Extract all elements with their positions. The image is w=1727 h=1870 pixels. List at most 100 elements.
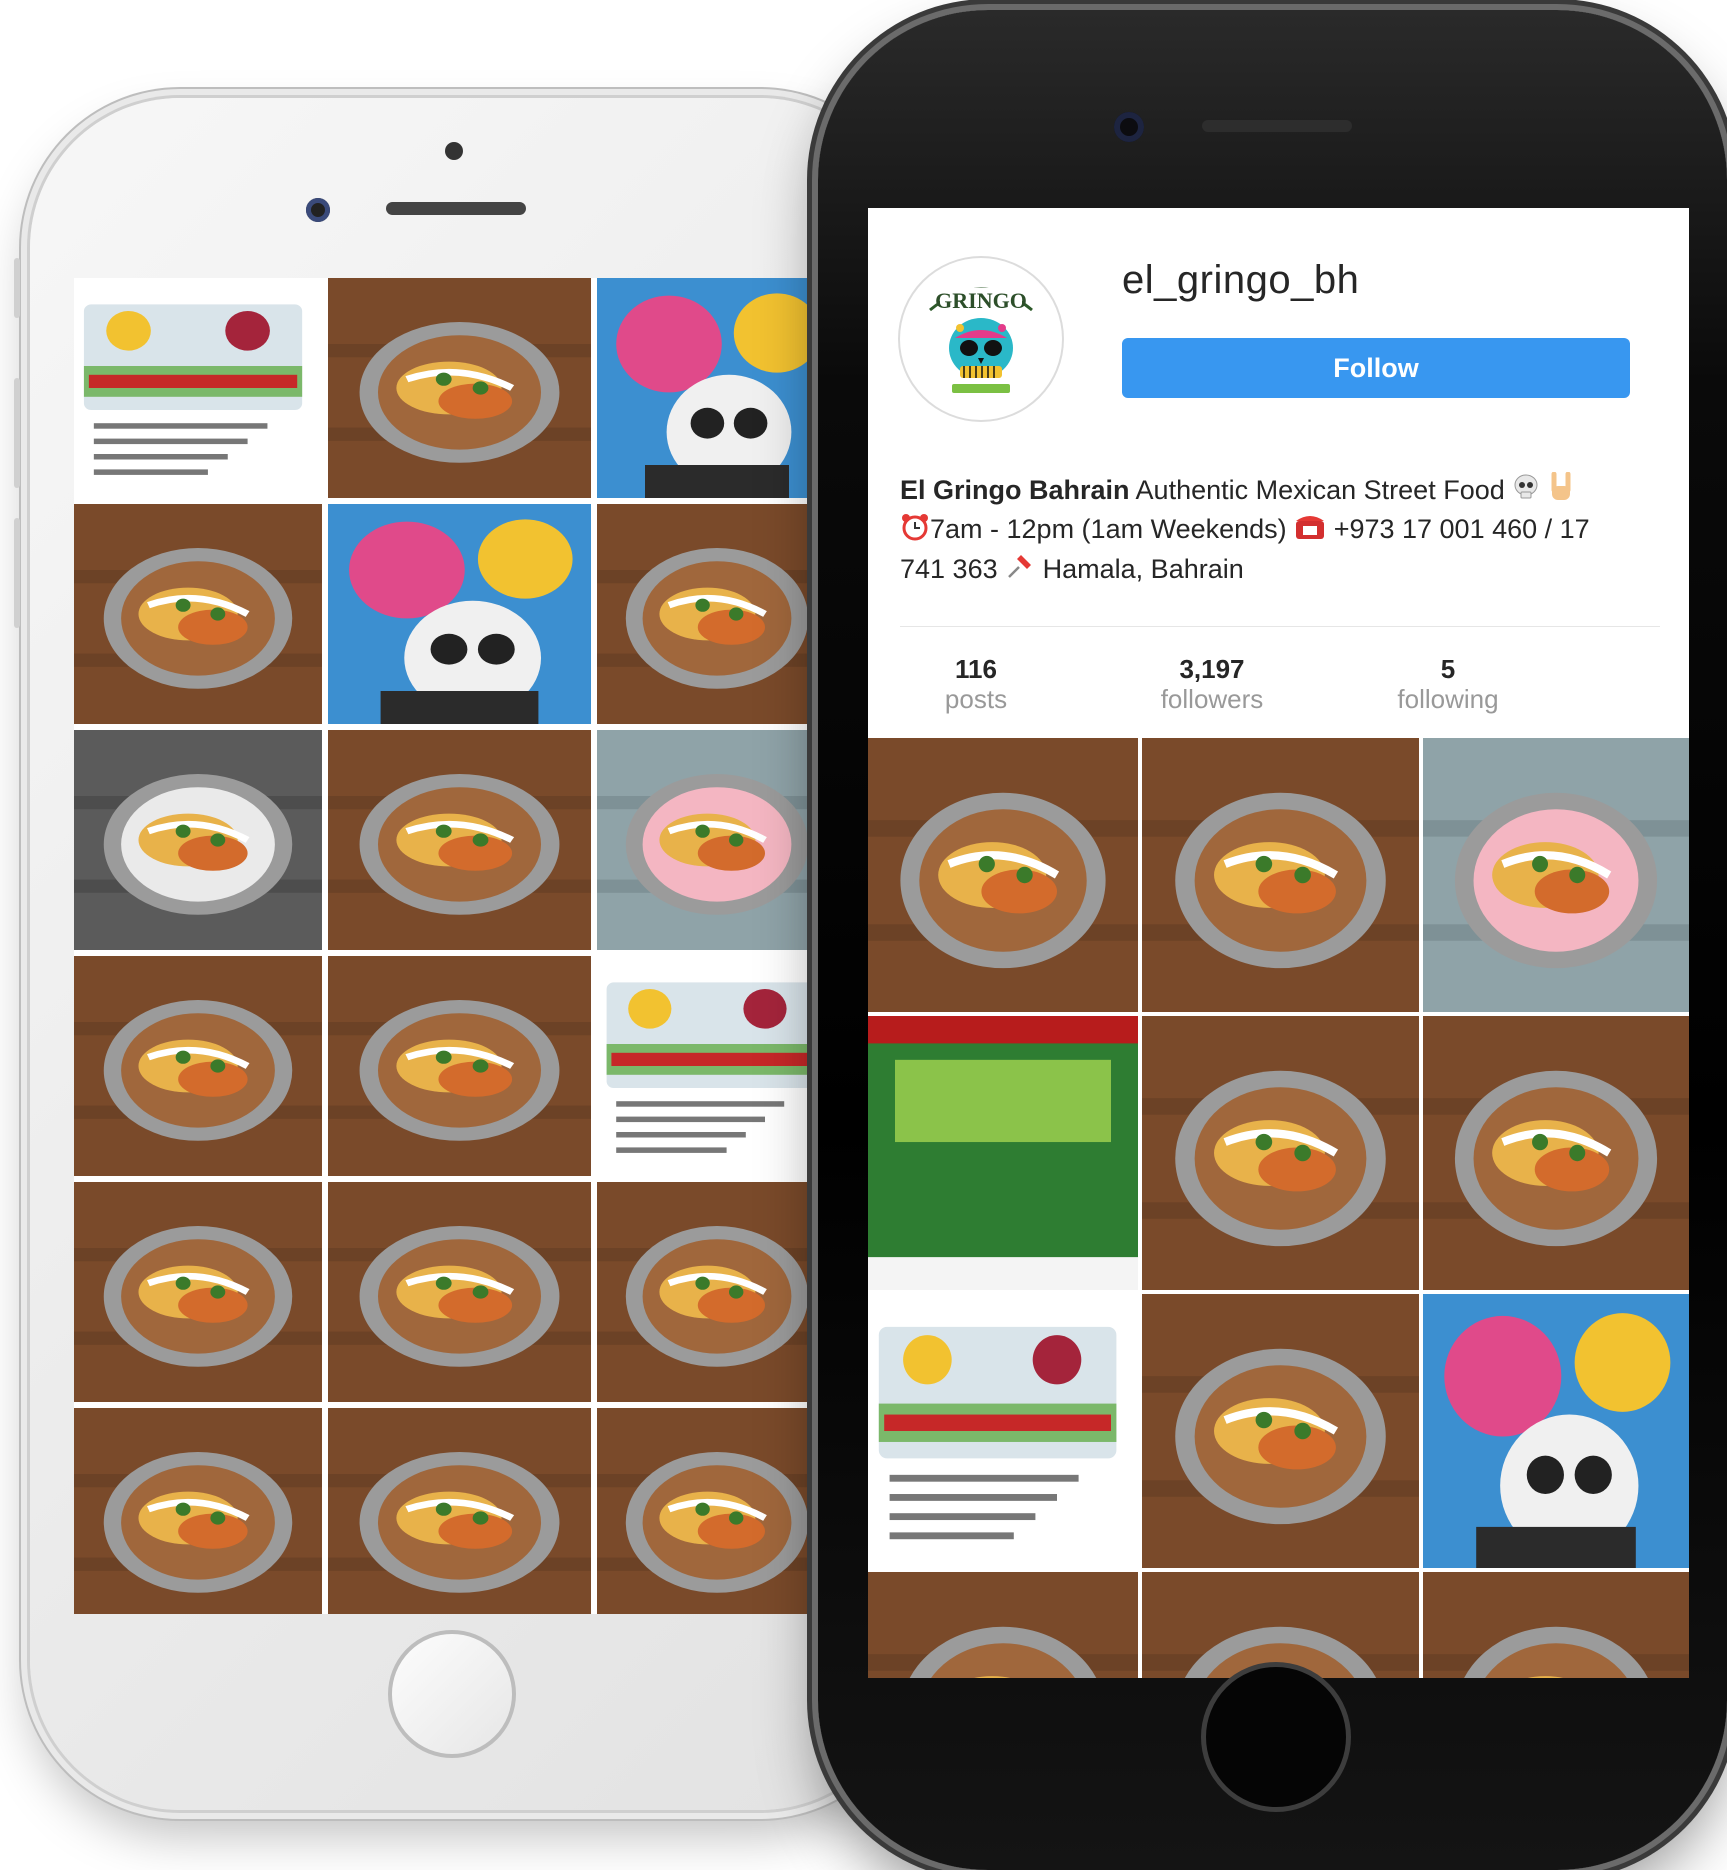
- follow-button[interactable]: Follow: [1122, 338, 1630, 398]
- skull-logo-icon: GRINGO: [901, 259, 1061, 419]
- earpiece-speaker: [386, 202, 526, 215]
- post-skull-mural[interactable]: [328, 504, 591, 724]
- post-table-spread[interactable]: [597, 1182, 814, 1402]
- front-camera-icon: [1114, 112, 1144, 142]
- white-phone-screen: [74, 278, 814, 1614]
- post-nachos-drinks[interactable]: [1423, 738, 1689, 1012]
- post-tacos-tray[interactable]: [328, 956, 591, 1176]
- svg-text:GRINGO: GRINGO: [935, 288, 1027, 313]
- mute-switch: [14, 258, 20, 318]
- stat-posts-label: posts: [944, 684, 1008, 714]
- telephone-emoji-icon: [1294, 513, 1326, 550]
- bio-location: Hamala, Bahrain: [1042, 553, 1244, 584]
- post-partial-1[interactable]: [74, 1408, 322, 1614]
- post-match-flyer-atletico-madrid[interactable]: [597, 956, 814, 1176]
- photo-thumbnail: [1423, 738, 1689, 1012]
- photo-thumbnail: [328, 504, 591, 724]
- photo-thumbnail: [1423, 1016, 1689, 1290]
- photo-thumbnail: [868, 1572, 1138, 1678]
- volume-up-button: [14, 378, 20, 488]
- post-gringo-stadium-screen[interactable]: [868, 1016, 1138, 1290]
- post-staff-group[interactable]: [1423, 1294, 1689, 1568]
- post-enchiladas[interactable]: [74, 504, 322, 724]
- photo-thumbnail: [328, 1408, 591, 1614]
- bio-hours: 7am - 12pm (1am Weekends): [930, 514, 1287, 545]
- photo-thumbnail: [597, 1408, 814, 1614]
- photo-thumbnail: [1142, 738, 1419, 1012]
- post-enchiladas-tray[interactable]: [1142, 1016, 1419, 1290]
- instagram-profile-screen: GRINGO el_gringo_bh Follow El Gringo Bah…: [868, 208, 1689, 1678]
- stat-followers[interactable]: 3,197 followers: [1112, 654, 1312, 714]
- proximity-sensor: [445, 142, 463, 160]
- post-partial-3[interactable]: [1423, 1572, 1689, 1678]
- photo-thumbnail: [74, 1408, 322, 1614]
- skull-emoji-icon: [1512, 473, 1540, 510]
- post-chef-burrito[interactable]: [74, 730, 322, 950]
- photo-grid: [74, 278, 814, 1614]
- post-tacos-bucket[interactable]: [597, 504, 814, 724]
- post-tacos-pins[interactable]: [1142, 738, 1419, 1012]
- profile-stats: 116 posts 3,197 followers 5 following: [868, 654, 1689, 724]
- earpiece-speaker: [1202, 120, 1352, 132]
- photo-thumbnail: [1142, 1016, 1419, 1290]
- photo-thumbnail: [597, 278, 814, 498]
- post-nachos-guacamole[interactable]: [1142, 1294, 1419, 1568]
- stat-followers-count: 3,197: [1179, 654, 1245, 684]
- post-partial-1[interactable]: [868, 1572, 1138, 1678]
- photo-thumbnail: [868, 738, 1138, 1012]
- photo-grid: [868, 738, 1689, 1678]
- post-burrito-hand[interactable]: [1423, 1016, 1689, 1290]
- stat-following[interactable]: 5 following: [1348, 654, 1548, 714]
- volume-down-button: [14, 518, 20, 628]
- bio-tagline: Authentic Mexican Street Food: [1135, 475, 1505, 505]
- stat-following-count: 5: [1440, 654, 1456, 684]
- post-churros[interactable]: [328, 730, 591, 950]
- photo-thumbnail: [868, 1294, 1138, 1568]
- post-taquitos[interactable]: [868, 738, 1138, 1012]
- black-phone: GRINGO el_gringo_bh Follow El Gringo Bah…: [818, 10, 1727, 1870]
- divider: [900, 626, 1660, 627]
- photo-thumbnail: [1423, 1572, 1689, 1678]
- photo-thumbnail: [74, 730, 322, 950]
- stat-following-label: following: [1397, 684, 1499, 714]
- front-camera-icon: [306, 198, 330, 222]
- post-partial-3[interactable]: [597, 1408, 814, 1614]
- stat-followers-label: followers: [1160, 684, 1264, 714]
- white-phone: [14, 98, 910, 1810]
- post-staff-group[interactable]: [597, 278, 814, 498]
- post-fajita-skillet[interactable]: [74, 956, 322, 1176]
- photo-thumbnail: [328, 956, 591, 1176]
- photo-thumbnail: [74, 1182, 322, 1402]
- pushpin-emoji-icon: [1005, 551, 1035, 590]
- post-soft-tacos[interactable]: [74, 1182, 322, 1402]
- photo-thumbnail: [1423, 1294, 1689, 1568]
- photo-thumbnail: [74, 278, 322, 498]
- photo-thumbnail: [74, 956, 322, 1176]
- post-pink-drink[interactable]: [597, 730, 814, 950]
- photo-thumbnail: [328, 278, 591, 498]
- stat-posts[interactable]: 116 posts: [876, 654, 1076, 714]
- alarm-clock-emoji-icon: [900, 512, 930, 551]
- photo-thumbnail: [597, 956, 814, 1176]
- bio-name: El Gringo Bahrain: [900, 475, 1130, 505]
- post-ribs[interactable]: [328, 1182, 591, 1402]
- photo-thumbnail: [328, 1182, 591, 1402]
- profile-username: el_gringo_bh: [1122, 258, 1360, 302]
- photo-thumbnail: [868, 1016, 1138, 1290]
- photo-thumbnail: [597, 730, 814, 950]
- stat-posts-count: 116: [955, 654, 997, 684]
- photo-thumbnail: [328, 730, 591, 950]
- profile-bio: El Gringo Bahrain Authentic Mexican Stre…: [900, 471, 1640, 590]
- home-button[interactable]: [388, 1630, 516, 1758]
- profile-avatar[interactable]: GRINGO: [900, 258, 1062, 420]
- photo-thumbnail: [74, 504, 322, 724]
- post-match-flyer-villarreal-barca[interactable]: [868, 1294, 1138, 1568]
- post-nachos-guacamole[interactable]: [328, 278, 591, 498]
- photo-thumbnail: [597, 1182, 814, 1402]
- rock-hand-emoji-icon: [1548, 471, 1574, 511]
- post-partial-2[interactable]: [328, 1408, 591, 1614]
- photo-thumbnail: [597, 504, 814, 724]
- photo-thumbnail: [1142, 1294, 1419, 1568]
- post-match-flyer-villarreal-barca[interactable]: [74, 278, 322, 498]
- home-button[interactable]: [1201, 1662, 1351, 1812]
